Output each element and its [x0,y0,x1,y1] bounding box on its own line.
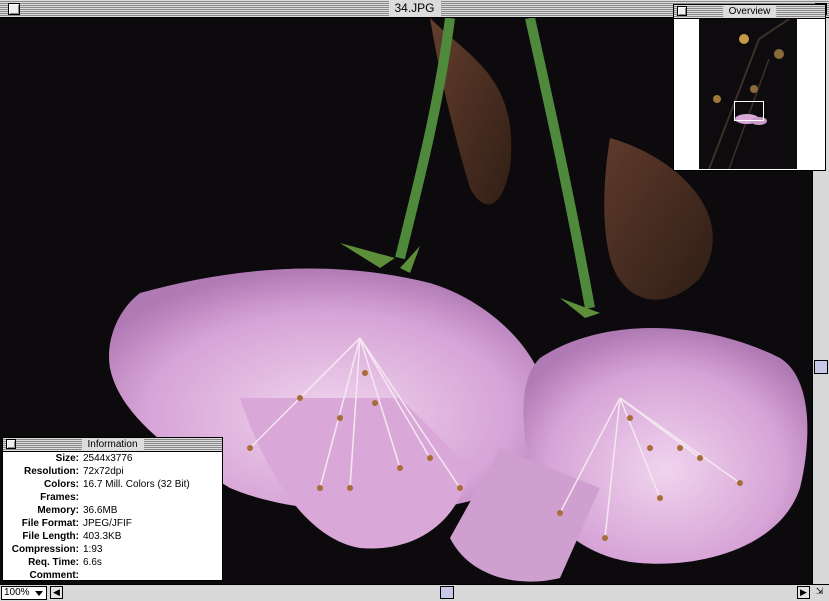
info-row-frames: Frames: [40,492,79,503]
resize-grip-icon: ⇲ [815,586,824,596]
info-row-compression: Compression: 1:93 [11,544,103,555]
info-row-file-format: File Format: JPEG/JFIF [21,518,132,529]
overview-palette[interactable]: Overview [673,4,826,171]
info-row-colors: Colors: 16.7 Mill. Colors (32 Bit) [44,479,190,490]
window-title: 34.JPG [388,0,441,16]
info-row-resolution: Resolution: 72x72dpi [24,466,124,477]
close-box[interactable] [8,3,20,15]
info-row-file-length: File Length: 403.3KB [22,531,122,542]
overview-thumbnail[interactable] [699,19,797,169]
scroll-left-button[interactable]: ◀ [50,586,63,599]
information-palette[interactable]: Information Size: 2544x3776 Resolution: 72… [2,437,223,581]
info-row-memory: Memory: 36.6MB [37,505,118,516]
information-title-bar[interactable]: Information [3,438,222,452]
info-row-req-time: Req. Time: 6.6s [28,557,102,568]
info-row-size: Size: 2544x3776 [55,453,133,464]
information-rows: Size: 2544x3776 Resolution: 72x72dpi Color… [3,452,222,582]
scroll-right-button[interactable]: ▶ [797,586,810,599]
bottom-bar: 100% ◀ ▶ ⇲ [0,584,829,601]
arrow-right-icon: ▶ [800,587,807,597]
overview-viewport-box[interactable] [734,101,764,121]
overview-title: Overview [722,5,777,18]
information-close-box[interactable] [6,439,16,449]
horizontal-scroll-thumb[interactable] [440,586,454,599]
overview-thumbnail-image [699,19,797,169]
information-title: Information [81,438,144,451]
vertical-scroll-thumb[interactable] [814,360,828,374]
overview-close-box[interactable] [677,6,687,16]
zoom-value: 100% [4,587,30,598]
overview-title-bar[interactable]: Overview [674,5,825,19]
arrow-left-icon: ◀ [53,587,60,597]
chevron-down-icon [35,591,43,596]
zoom-select[interactable]: 100% [1,586,47,600]
resize-grip[interactable]: ⇲ [813,586,826,599]
info-row-comment: Comment: [29,570,79,581]
